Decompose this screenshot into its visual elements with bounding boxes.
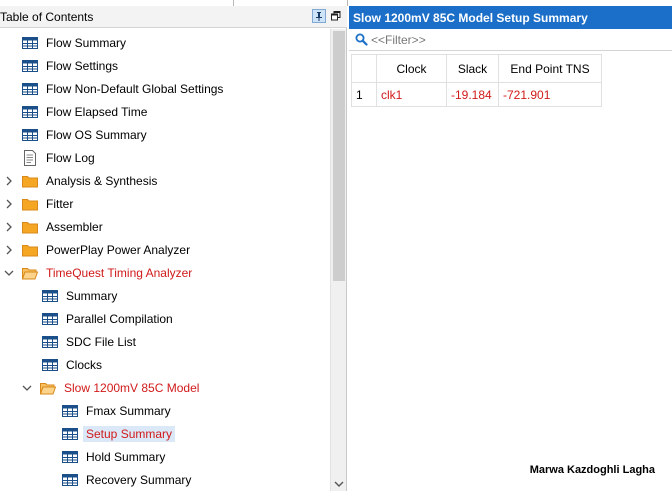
table-icon: [22, 81, 38, 97]
tree-item-flow-non-default-global-settings[interactable]: Flow Non-Default Global Settings: [22, 78, 226, 100]
table-icon: [42, 334, 58, 350]
tree-item-flow-elapsed-time[interactable]: Flow Elapsed Time: [22, 101, 150, 123]
table-row[interactable]: 1 clk1 -19.184 -721.901: [351, 82, 602, 107]
tree-item-flow-summary[interactable]: Flow Summary: [22, 32, 129, 54]
tree-item-label: Clocks: [66, 358, 103, 372]
tree-item-label: Analysis & Synthesis: [46, 174, 158, 188]
clock-cell[interactable]: clk1: [376, 82, 447, 107]
slack-cell[interactable]: -19.184: [446, 82, 499, 107]
tree-item-label: TimeQuest Timing Analyzer: [46, 266, 193, 280]
tree-item-label: Summary: [66, 289, 118, 303]
tree-item-flow-settings[interactable]: Flow Settings: [22, 55, 121, 77]
tree-item-label: Fitter: [46, 197, 74, 211]
tree-item-timequest-timing-analyzer[interactable]: TimeQuest Timing Analyzer: [2, 262, 195, 284]
tree-item-label: Recovery Summary: [86, 473, 192, 487]
table-icon: [62, 449, 78, 465]
tree-item-flow-log[interactable]: Flow Log: [22, 147, 98, 169]
chevron-down-icon[interactable]: [2, 262, 16, 284]
chevron-right-icon[interactable]: [2, 170, 16, 192]
chevron-right-icon[interactable]: [2, 216, 16, 238]
tree-item-label: PowerPlay Power Analyzer: [46, 243, 191, 257]
tree-item-label: Assembler: [46, 220, 103, 234]
chevron-right-icon[interactable]: [2, 239, 16, 261]
table-icon: [62, 472, 78, 488]
search-icon: [355, 33, 368, 46]
tree-item-slow-1200mv-85c-model[interactable]: Slow 1200mV 85C Model: [20, 377, 202, 399]
scrollbar-thumb[interactable]: [333, 31, 345, 281]
folder-icon: [22, 242, 38, 258]
filter-input[interactable]: <<Filter>>: [371, 33, 426, 47]
author-signature: Marwa Kazdoghli Lagha: [529, 464, 655, 476]
column-header-end-point-tns[interactable]: End Point TNS: [498, 54, 602, 83]
column-header-slack[interactable]: Slack: [446, 54, 499, 83]
tree-item-label: Flow Log: [46, 151, 95, 165]
tree-item-label: Flow Settings: [46, 59, 119, 73]
end-point-tns-cell[interactable]: -721.901: [498, 82, 602, 107]
table-of-contents-panel: Table of Contents Flow Summary Flow Setti…: [0, 6, 347, 491]
tree-item-parallel-compilation[interactable]: Parallel Compilation: [42, 308, 176, 330]
tree-item-label: Flow Non-Default Global Settings: [46, 82, 224, 96]
tree-item-label: Hold Summary: [86, 450, 166, 464]
tree-scrollbar[interactable]: [330, 29, 346, 491]
folder-open-icon: [21, 265, 39, 281]
tree-item-label: SDC File List: [66, 335, 137, 349]
tree-item-label: Flow Summary: [46, 36, 127, 50]
tree-item-label: Setup Summary: [83, 426, 176, 442]
folder-icon: [22, 173, 38, 189]
filter-bar[interactable]: <<Filter>>: [349, 29, 672, 51]
chevron-right-icon[interactable]: [2, 193, 16, 215]
table-icon: [62, 403, 78, 419]
tree-item-clocks[interactable]: Clocks: [42, 354, 105, 376]
table-icon: [22, 58, 38, 74]
panel-header-buttons: [312, 9, 343, 23]
chevron-down-icon[interactable]: [20, 377, 34, 399]
restore-window-icon[interactable]: [329, 9, 343, 23]
strip-divider: [347, 0, 348, 6]
tree-item-label: Parallel Compilation: [66, 312, 173, 326]
tree-item-powerplay-power-analyzer[interactable]: PowerPlay Power Analyzer: [2, 239, 193, 261]
table-icon: [42, 357, 58, 373]
folder-open-icon: [39, 380, 57, 396]
tree-item-hold-summary[interactable]: Hold Summary: [62, 446, 168, 468]
setup-summary-table: Clock Slack End Point TNS 1 clk1 -19.184…: [351, 54, 602, 107]
panel-title: Table of Contents: [0, 10, 94, 24]
row-number: 1: [351, 82, 377, 107]
folder-icon: [22, 196, 38, 212]
tree-item-flow-os-summary[interactable]: Flow OS Summary: [22, 124, 150, 146]
column-header-clock[interactable]: Clock: [376, 54, 447, 83]
scroll-down-arrow-icon[interactable]: [334, 479, 344, 489]
tree-item-setup-summary[interactable]: Setup Summary: [62, 423, 176, 445]
table-icon: [22, 127, 38, 143]
tree-item-analysis-synthesis[interactable]: Analysis & Synthesis: [2, 170, 160, 192]
document-icon: [22, 150, 38, 166]
panel-header: Table of Contents: [0, 6, 347, 28]
report-title: Slow 1200mV 85C Model Setup Summary: [349, 6, 672, 29]
table-icon: [22, 35, 38, 51]
tree-item-sdc-file-list[interactable]: SDC File List: [42, 331, 139, 353]
column-header[interactable]: [351, 54, 377, 83]
table-icon: [62, 426, 78, 442]
tree-item-label: Slow 1200mV 85C Model: [64, 381, 200, 395]
pin-icon[interactable]: [312, 9, 326, 23]
table-icon: [22, 104, 38, 120]
tree-item-recovery-summary[interactable]: Recovery Summary: [62, 469, 194, 491]
tree-item-fitter[interactable]: Fitter: [2, 193, 76, 215]
table-icon: [42, 311, 58, 327]
table-header-row: Clock Slack End Point TNS: [351, 54, 602, 83]
toc-tree: Flow Summary Flow Settings Flow Non-Defaul…: [0, 29, 330, 491]
tree-item-assembler[interactable]: Assembler: [2, 216, 106, 238]
tree-item-label: Flow OS Summary: [46, 128, 147, 142]
tree-item-label: Fmax Summary: [86, 404, 171, 418]
tree-item-summary[interactable]: Summary: [42, 285, 120, 307]
folder-icon: [22, 219, 38, 235]
tree-item-label: Flow Elapsed Time: [46, 105, 148, 119]
tree-item-fmax-summary[interactable]: Fmax Summary: [62, 400, 174, 422]
report-panel: Slow 1200mV 85C Model Setup Summary <<Fi…: [349, 6, 672, 491]
table-icon: [42, 288, 58, 304]
